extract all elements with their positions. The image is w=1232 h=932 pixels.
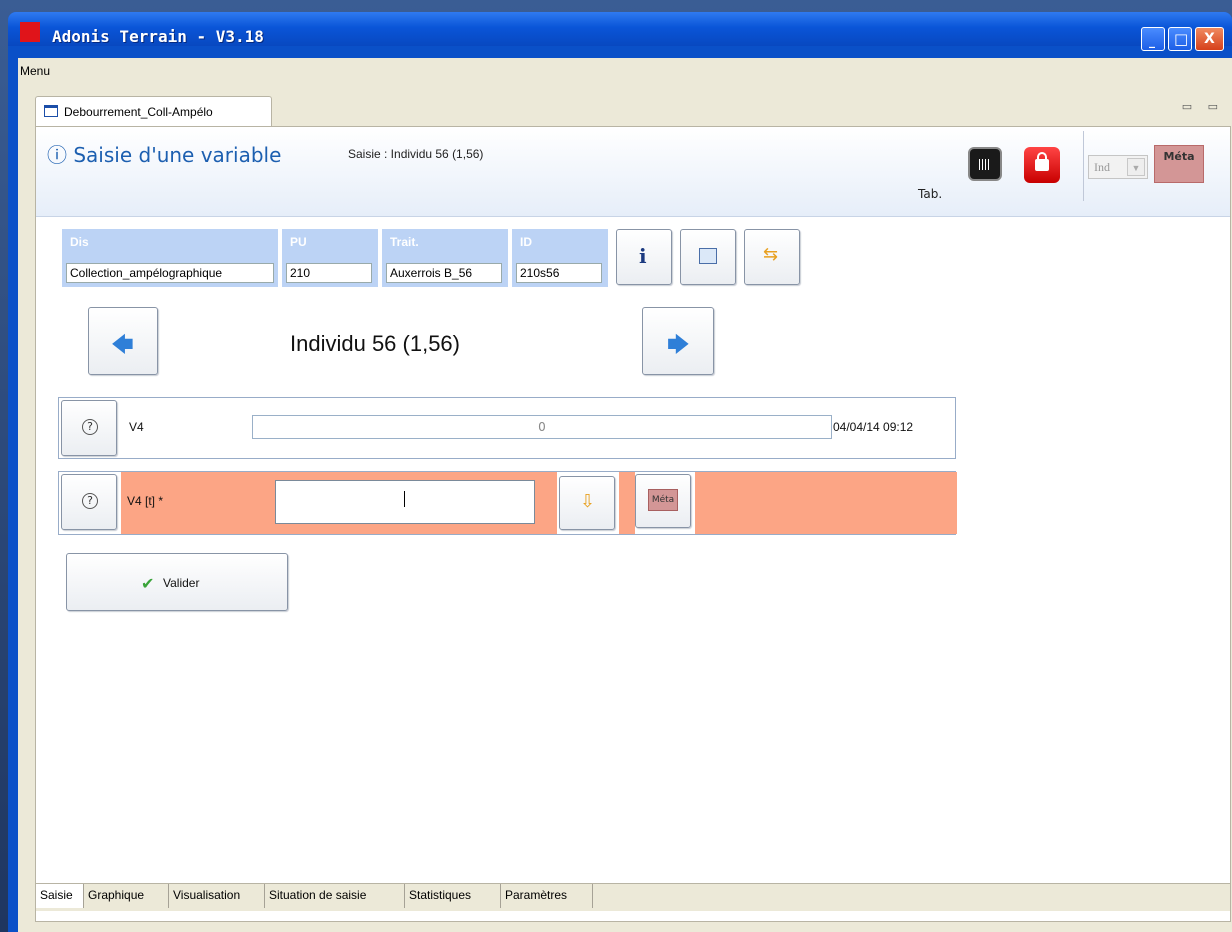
help-icon: ? [82,419,98,435]
form-panel: ⓘ Saisie d'une variable Saisie : Individ… [35,126,1231,922]
title-bar[interactable]: Adonis Terrain - V3.18 _ □ X [8,12,1232,51]
maximize-icon: □ [1174,30,1189,48]
input-row-highlight [695,472,957,534]
arrow-left-icon: 🡄 [111,333,134,358]
menu-item[interactable]: Menu [20,64,50,78]
meta-button-label: Méta [1163,150,1195,163]
trait-caption: Trait. [390,235,419,249]
info-button[interactable]: i [616,229,672,285]
barcode-icon[interactable] [968,147,1002,181]
meta-row-button[interactable]: Méta [635,474,691,528]
pu-caption: PU [290,235,307,249]
form-body: Dis Collection_ampélographique PU 210 Tr… [36,217,1230,881]
value-input[interactable] [275,480,535,524]
tab-situation-de-saisie[interactable]: Situation de saisie [265,884,405,908]
lock-icon[interactable] [1024,147,1060,183]
id-caption: ID [520,235,532,249]
input-row: ? V4 [t] * ⇩ Méta [58,471,957,535]
meta-button[interactable]: Méta [1154,145,1204,183]
grid-button[interactable] [680,229,736,285]
close-icon: X [1204,31,1215,47]
dis-caption: Dis [70,235,89,249]
grid-icon [699,248,717,264]
view-controls[interactable]: ▭ ▭ [1182,100,1224,113]
close-button[interactable]: X [1195,27,1224,51]
prev-button[interactable]: 🡄 [88,307,158,375]
editor-tab[interactable]: Debourrement_Coll-Ampélo [35,96,272,126]
page-title: ⓘ Saisie d'une variable [47,143,282,167]
variable-datetime: 04/04/14 09:12 [833,420,914,434]
tab-saisie[interactable]: Saisie [36,884,84,908]
window-icon [44,105,58,117]
variable-row: ? V4 0 04/04/14 09:12 [58,397,956,459]
header-separator [1083,131,1084,201]
chevron-down-icon[interactable]: ▼ [1127,158,1145,176]
id-value: 210s56 [516,263,602,283]
maximize-button[interactable]: □ [1168,27,1192,51]
valider-button[interactable]: ✔ Valider [66,553,288,611]
editor-tab-label: Debourrement_Coll-Ampélo [64,105,213,119]
pu-cell: PU 210 [282,229,378,287]
trait-cell: Trait. Auxerrois B_56 [382,229,508,287]
variable-value-bar: 0 [252,415,832,439]
menu-bar: Menu [18,58,1232,80]
meta-row-label: Méta [648,489,678,511]
tab-indicator: Tab. [918,187,943,201]
swap-icon: ⇆ [763,244,779,265]
client-area: Menu Debourrement_Coll-Ampélo ▭ ▭ ⓘ Sais… [18,58,1232,932]
help-button[interactable]: ? [61,474,117,530]
pu-value: 210 [286,263,372,283]
form-header: ⓘ Saisie d'une variable Saisie : Individ… [36,127,1230,217]
valider-label: Valider [163,576,200,590]
page-subtitle: Saisie : Individu 56 (1,56) [348,147,484,161]
window-title: Adonis Terrain - V3.18 [52,27,264,46]
tab-visualisation[interactable]: Visualisation [169,884,265,908]
id-cell: ID 210s56 [512,229,608,287]
arrow-right-icon: 🡆 [667,333,690,358]
current-individual: Individu 56 (1,56) [290,331,460,356]
app-logo-icon [20,22,40,42]
input-variable-name: V4 [t] * [127,494,164,508]
minimize-button[interactable]: _ [1141,27,1165,51]
variable-name: V4 [129,420,144,434]
arrow-down-icon: ⇩ [580,491,596,512]
tab-parametres[interactable]: Paramètres [501,884,593,908]
bottom-tab-bar: Saisie Graphique Visualisation Situation… [36,883,1230,911]
trait-value: Auxerrois B_56 [386,263,502,283]
down-button[interactable]: ⇩ [559,476,615,530]
info-icon: i [639,244,647,268]
input-row-highlight [619,472,635,534]
editor-area: Debourrement_Coll-Ampélo ▭ ▭ ⓘ Saisie d'… [18,86,1232,932]
help-icon: ? [82,493,98,509]
app-window: Adonis Terrain - V3.18 _ □ X Menu Debour… [8,12,1232,932]
check-icon: ✔ [141,574,155,593]
tab-statistiques[interactable]: Statistiques [405,884,501,908]
next-button[interactable]: 🡆 [642,307,714,375]
level-select-value: Ind [1094,160,1110,174]
tab-graphique[interactable]: Graphique [84,884,169,908]
swap-button[interactable]: ⇆ [744,229,800,285]
level-select[interactable]: Ind ▼ [1088,155,1148,179]
dis-cell: Dis Collection_ampélographique [62,229,278,287]
dis-value: Collection_ampélographique [66,263,274,283]
minimize-icon: _ [1149,34,1155,48]
text-caret [404,491,405,507]
help-button[interactable]: ? [61,400,117,456]
